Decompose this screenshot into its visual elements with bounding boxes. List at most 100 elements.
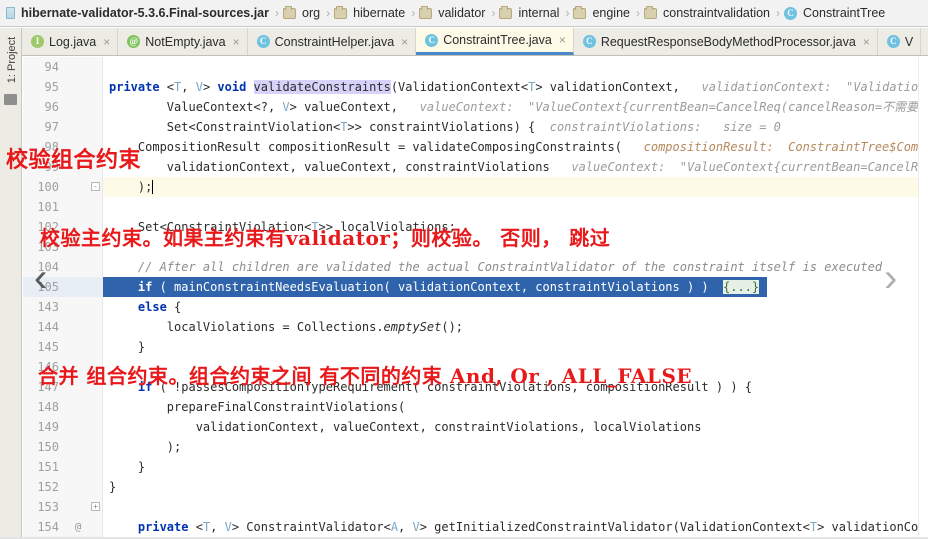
code-line[interactable]: 145 - } xyxy=(23,337,928,357)
code-text: validationContext, valueContext, constra… xyxy=(109,160,928,174)
line-number: 143 xyxy=(37,300,59,314)
code-line[interactable]: 148 prepareFinalConstraintViolations( xyxy=(23,397,928,417)
code-line[interactable]: 151 - } xyxy=(23,457,928,477)
code-text: } xyxy=(109,460,146,474)
code-line[interactable]: 154 @ private <T, V> ConstraintValidator… xyxy=(23,517,928,537)
code-text: Set<ConstraintViolation<T>> constraintVi… xyxy=(109,120,781,134)
code-line[interactable]: 94 xyxy=(23,57,928,77)
breadcrumb-label: org xyxy=(302,6,321,20)
folder-icon xyxy=(334,5,348,19)
code-line[interactable]: 97 - Set<ConstraintViolation<T>> constra… xyxy=(23,117,928,191)
line-number: 101 xyxy=(37,200,59,214)
line-number: 149 xyxy=(37,420,59,434)
code-text: ); xyxy=(109,177,161,197)
code-line[interactable]: 99 validationContext, valueContext, cons… xyxy=(23,157,928,177)
line-number: 144 xyxy=(37,320,59,334)
folder-icon xyxy=(283,5,296,19)
breadcrumb-label: hibernate-validator-5.3.6.Final-sources.… xyxy=(21,6,269,20)
line-number: 95 xyxy=(44,80,59,94)
annotation-merge-composing: 合并 组合约束。组合约束之间 有不同的约束 And, Or , ALL_FALS… xyxy=(38,364,693,388)
tab-notempty-java[interactable]: @ NotEmpty.java × xyxy=(118,28,248,55)
close-icon[interactable]: × xyxy=(863,36,870,48)
breadcrumb: hibernate-validator-5.3.6.Final-sources.… xyxy=(0,0,928,27)
close-icon[interactable]: × xyxy=(233,36,240,48)
breadcrumb-item-validator[interactable]: validator xyxy=(419,0,488,26)
line-number: 100 xyxy=(37,180,59,194)
sidebar-item-project[interactable]: 1: Project xyxy=(6,32,18,88)
tab-requestresponsebodymethodprocessor-java[interactable]: C RequestResponseBodyMethodProcessor.jav… xyxy=(573,28,878,55)
code-text: ); xyxy=(109,440,182,454)
navigate-back-chevron-icon[interactable]: ‹ xyxy=(34,258,47,298)
code-line[interactable]: 95 private <T, V> void validateConstrain… xyxy=(23,77,928,97)
class-icon: C xyxy=(886,35,900,48)
jar-icon xyxy=(6,7,15,19)
breadcrumb-separator: › xyxy=(326,6,331,20)
breadcrumb-item-internal[interactable]: internal xyxy=(499,0,562,26)
breadcrumb-item-engine[interactable]: engine xyxy=(573,0,633,26)
code-line[interactable]: 149 validationContext, valueContext, con… xyxy=(23,417,928,437)
code-line[interactable]: 105 + if ( mainConstraintNeedsEvaluation… xyxy=(23,277,928,511)
breadcrumb-item-jar[interactable]: hibernate-validator-5.3.6.Final-sources.… xyxy=(6,0,272,26)
breadcrumb-item-hibernate[interactable]: hibernate xyxy=(334,0,408,26)
line-number: 96 xyxy=(44,100,59,114)
fold-placeholder[interactable]: {...} xyxy=(723,277,760,297)
annotation-validate-composing: 校验组合约束 xyxy=(6,147,142,173)
close-icon[interactable]: × xyxy=(559,34,566,46)
code-line[interactable]: 104 // After all children are validated … xyxy=(23,257,928,277)
tab-log-java[interactable]: I Log.java × xyxy=(22,28,119,55)
code-line[interactable]: 98 CompositionResult compositionResult =… xyxy=(23,137,928,157)
ide-window: hibernate-validator-5.3.6.Final-sources.… xyxy=(0,0,928,539)
folder-icon xyxy=(573,5,587,19)
tab-constrainthelper-java[interactable]: C ConstraintHelper.java × xyxy=(247,28,417,55)
breadcrumb-separator: › xyxy=(275,6,279,20)
tab-label: ConstraintHelper.java xyxy=(274,34,395,49)
navigate-forward-chevron-icon[interactable]: › xyxy=(884,258,897,298)
tab-overflow[interactable]: C V xyxy=(877,28,922,55)
close-icon[interactable]: × xyxy=(401,36,408,48)
line-number: 153 xyxy=(37,500,59,514)
breadcrumb-separator: › xyxy=(491,6,496,20)
breadcrumb-label: hibernate xyxy=(353,6,406,20)
tab-label: NotEmpty.java xyxy=(145,34,226,49)
close-icon[interactable]: × xyxy=(103,36,110,48)
code-line[interactable]: 100 ); xyxy=(23,177,928,197)
code-line[interactable]: 152 - } xyxy=(23,477,928,497)
class-icon: C xyxy=(784,6,798,20)
breadcrumb-label: internal xyxy=(518,6,560,20)
line-number: 148 xyxy=(37,400,59,414)
breadcrumb-separator: › xyxy=(776,6,781,20)
code-text: private <T, V> void validateConstraints(… xyxy=(109,80,928,94)
code-line[interactable]: 150 ); xyxy=(23,437,928,457)
code-line[interactable]: 143 - else { xyxy=(23,297,928,317)
code-text: private <T, V> ConstraintValidator<A, V>… xyxy=(137,520,928,534)
code-text: prepareFinalConstraintViolations( xyxy=(109,400,406,414)
line-number: 94 xyxy=(44,60,59,74)
code-line[interactable]: 144 localViolations = Collections.emptyS… xyxy=(23,317,928,337)
breadcrumb-label: validator xyxy=(438,6,486,20)
override-marker-icon[interactable]: @ xyxy=(67,517,89,537)
breadcrumb-label: constraintvalidation xyxy=(663,6,771,20)
code-text: if ( mainConstraintNeedsEvaluation( vali… xyxy=(137,280,716,294)
breadcrumb-separator: › xyxy=(411,6,416,20)
tab-label: RequestResponseBodyMethodProcessor.java xyxy=(600,34,856,49)
project-panel-icon[interactable] xyxy=(4,94,17,105)
breadcrumb-item-org[interactable]: org xyxy=(283,0,323,26)
code-editor[interactable]: 94 95 private <T, V> void validateConstr… xyxy=(23,57,928,539)
class-icon: C xyxy=(425,33,439,47)
breadcrumb-separator: › xyxy=(636,6,640,20)
code-text: ValueContext<?, V> valueContext, valueCo… xyxy=(109,100,928,114)
code-line[interactable]: 101 xyxy=(23,197,928,217)
breadcrumb-label: engine xyxy=(592,6,630,20)
code-text: } xyxy=(109,340,146,354)
annotation-icon: @ xyxy=(127,35,141,48)
editor-tab-bar: I Log.java × @ NotEmpty.java × C Constra… xyxy=(22,28,928,56)
code-line[interactable]: 96 ValueContext<?, V> valueContext, valu… xyxy=(23,97,928,117)
breadcrumb-item-constrainttree[interactable]: C ConstraintTree xyxy=(784,0,888,26)
breadcrumb-item-constraintvalidation[interactable]: constraintvalidation xyxy=(644,0,773,26)
folder-icon xyxy=(419,5,433,19)
editor-marker-scrollbar[interactable] xyxy=(918,57,928,539)
tab-constrainttree-java[interactable]: C ConstraintTree.java × xyxy=(416,28,574,55)
code-line[interactable]: 153 xyxy=(23,497,928,517)
class-icon: C xyxy=(256,35,270,48)
code-text: CompositionResult compositionResult = va… xyxy=(109,140,928,154)
